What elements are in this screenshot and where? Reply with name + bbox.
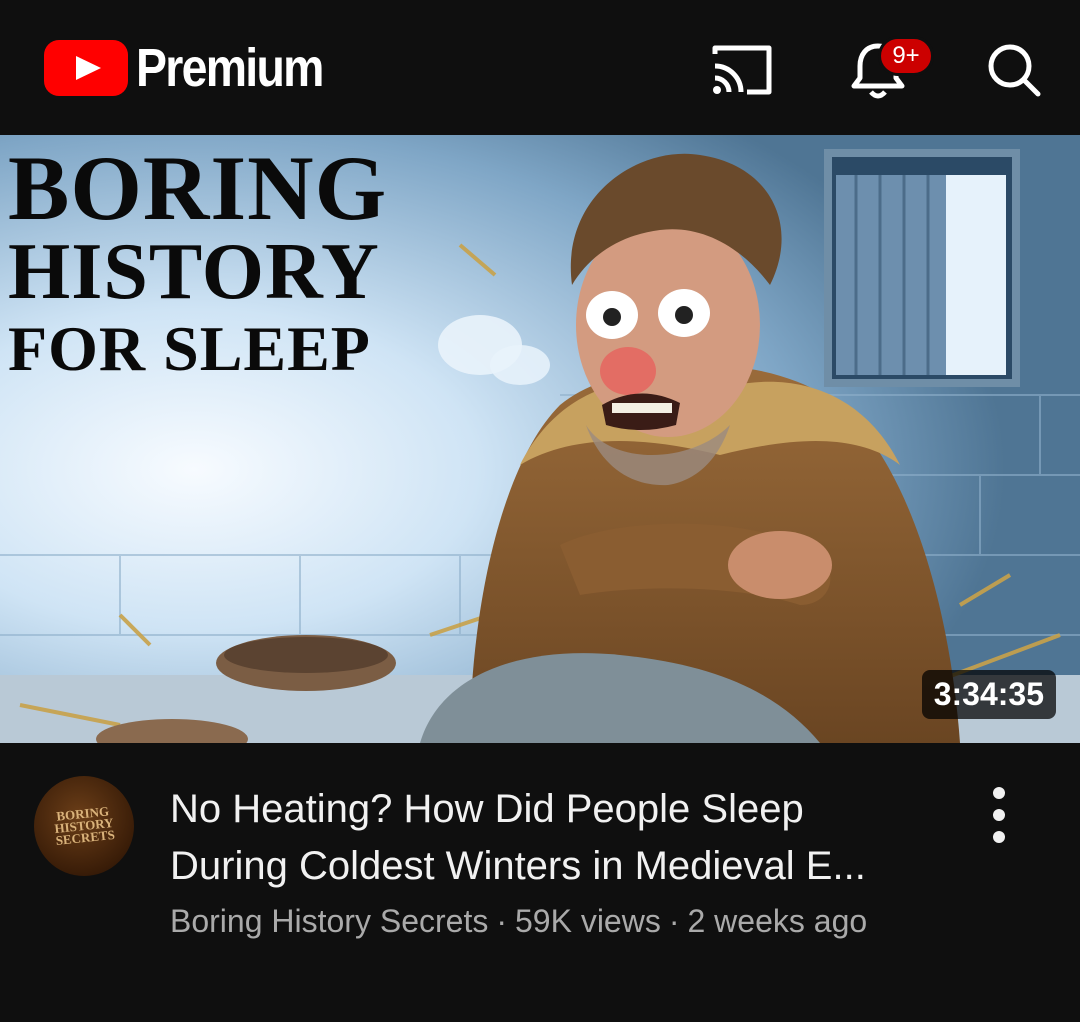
separator-dot: · <box>668 903 680 939</box>
search-icon <box>988 44 1041 97</box>
view-count: 59K views <box>514 903 661 939</box>
separator-dot: · <box>496 903 507 939</box>
more-options-button[interactable] <box>984 787 1014 843</box>
youtube-premium-logo[interactable]: Premium <box>44 40 353 96</box>
thumbnail-title-text: BORING HISTORY FOR SLEEP <box>8 137 388 384</box>
video-duration-badge: 3:34:35 <box>921 670 1056 719</box>
more-options-icon-dot <box>993 831 1005 843</box>
logo-text: Premium <box>136 38 324 98</box>
channel-name[interactable]: Boring History Secrets <box>170 903 488 939</box>
cast-button[interactable] <box>706 38 778 102</box>
more-options-icon-dot <box>993 809 1005 821</box>
thumbnail-line-3: FOR SLEEP <box>8 312 371 384</box>
notification-count-badge: 9+ <box>878 36 934 76</box>
video-title-line-2: During Coldest Winters in Medieval E... <box>170 844 866 888</box>
youtube-play-logo-icon <box>44 40 128 96</box>
video-title[interactable]: No Heating? How Did People Sleep During … <box>170 781 950 895</box>
video-meta: BORING HISTORY SECRETS No Heating? How D… <box>0 743 1080 1022</box>
video-title-line-1: No Heating? How Did People Sleep <box>170 787 804 831</box>
channel-avatar[interactable]: BORING HISTORY SECRETS <box>34 776 134 876</box>
avatar-logo-text: BORING HISTORY SECRETS <box>53 803 116 848</box>
more-options-icon-dot <box>993 787 1005 799</box>
thumbnail-line-2: HISTORY <box>8 228 380 317</box>
upload-age: 2 weeks ago <box>687 903 868 939</box>
top-app-bar: Premium 9+ <box>0 0 1080 135</box>
search-button[interactable] <box>978 38 1050 102</box>
video-subline: Boring History Secrets · 59K views · 2 weeks… <box>170 903 867 940</box>
thumbnail-line-1: BORING <box>8 137 388 239</box>
video-thumbnail[interactable]: BORING HISTORY FOR SLEEP 3:34:35 <box>0 135 1080 743</box>
cast-icon <box>712 45 772 95</box>
